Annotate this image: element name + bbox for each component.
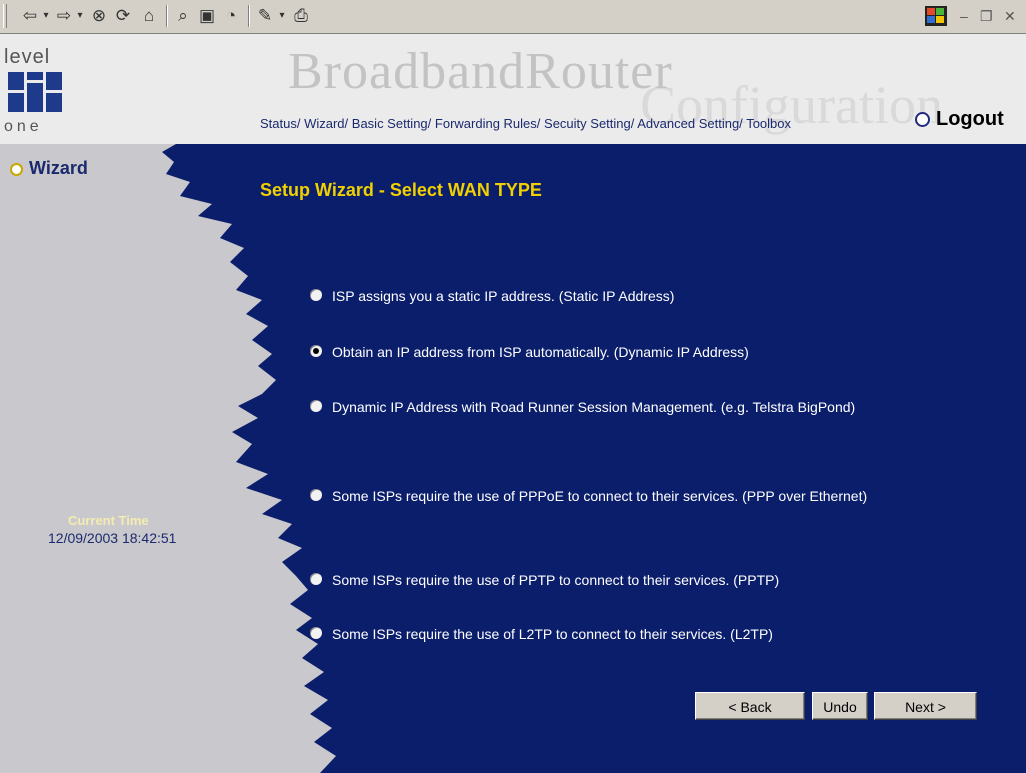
- back-icon[interactable]: ⇦: [20, 5, 40, 27]
- edit-dropdown-icon[interactable]: ▾: [276, 5, 288, 27]
- forward-icon[interactable]: ⇨: [54, 5, 74, 27]
- page-title: Setup Wizard - Select WAN TYPE: [260, 180, 542, 200]
- level-one-logo[interactable]: level one: [4, 46, 68, 135]
- logo-top-text: level: [4, 46, 51, 68]
- back-button[interactable]: < Back: [695, 692, 805, 720]
- edit-icon[interactable]: ✎: [254, 5, 276, 27]
- next-button[interactable]: Next >: [874, 692, 977, 720]
- toolbar-separator: [248, 5, 250, 27]
- undo-button[interactable]: Undo: [812, 692, 868, 720]
- logo-bottom-text: one: [4, 118, 43, 135]
- option-label: Dynamic IP Address with Road Runner Sess…: [332, 399, 856, 415]
- option-label: ISP assigns you a static IP address. (St…: [332, 288, 675, 304]
- home-icon[interactable]: ⌂: [138, 5, 160, 27]
- windows-logo-icon: [925, 6, 947, 26]
- radio-static[interactable]: [310, 289, 322, 301]
- search-icon[interactable]: ⌕: [172, 5, 194, 27]
- logout-bullet-icon: [915, 112, 930, 128]
- restore-icon[interactable]: ❐: [980, 5, 993, 27]
- current-time-label: Current Time: [68, 513, 149, 528]
- nav-toolbox[interactable]: Toolbox: [746, 116, 791, 131]
- nav-advanced-setting[interactable]: Advanced Setting/: [637, 116, 743, 131]
- option-label: Some ISPs require the use of PPPoE to co…: [332, 488, 868, 504]
- radio-road-runner[interactable]: [310, 400, 322, 412]
- radio-l2tp[interactable]: [310, 627, 322, 639]
- sidebar-item-wizard[interactable]: Wizard: [10, 158, 88, 179]
- stop-icon[interactable]: ⊗: [88, 5, 110, 27]
- toolbar-separator: [166, 5, 168, 27]
- nav-security-setting[interactable]: Secuity Setting/: [544, 116, 634, 131]
- radio-dynamic[interactable]: [310, 345, 322, 357]
- header-banner: level one Configuration BroadbandRouter …: [0, 34, 1026, 144]
- browser-toolbar: ⇦ ▾ ⇨ ▾ ⊗ ⟳ ⌂ ⌕ ▣ ◔ ✎ ▾ ⎙ – ❐ ✕: [0, 0, 1026, 34]
- refresh-icon[interactable]: ⟳: [112, 5, 134, 27]
- option-label: Some ISPs require the use of L2TP to con…: [332, 626, 773, 642]
- logout-link[interactable]: Logout: [915, 108, 1004, 131]
- minimize-icon[interactable]: –: [960, 5, 968, 27]
- wizard-bullet-icon: [10, 162, 23, 176]
- logo-mark-icon: [8, 72, 62, 112]
- main-panel-background: [162, 144, 1026, 773]
- radio-pppoe[interactable]: [310, 489, 322, 501]
- history-icon[interactable]: ◔: [220, 5, 242, 27]
- toolbar-grip[interactable]: [3, 4, 7, 28]
- close-icon[interactable]: ✕: [1004, 5, 1016, 27]
- nav-basic-setting[interactable]: Basic Setting/: [352, 116, 432, 131]
- option-label: Some ISPs require the use of PPTP to con…: [332, 572, 780, 588]
- option-label: Obtain an IP address from ISP automatica…: [332, 344, 749, 360]
- current-time-value: 12/09/2003 18:42:51: [48, 530, 177, 546]
- back-dropdown-icon[interactable]: ▾: [40, 5, 52, 27]
- brand-title: BroadbandRouter: [288, 43, 673, 100]
- top-nav: Status/ Wizard/ Basic Setting/ Forwardin…: [260, 116, 791, 131]
- print-icon[interactable]: ⎙: [290, 5, 312, 27]
- radio-pptp[interactable]: [310, 573, 322, 585]
- forward-dropdown-icon[interactable]: ▾: [74, 5, 86, 27]
- favorites-icon[interactable]: ▣: [196, 5, 218, 27]
- nav-wizard[interactable]: Wizard/: [304, 116, 348, 131]
- logout-label: Logout: [936, 108, 1004, 130]
- nav-status[interactable]: Status/: [260, 116, 300, 131]
- sidebar-wizard-label: Wizard: [29, 158, 88, 178]
- nav-forwarding-rules[interactable]: Forwarding Rules/: [435, 116, 541, 131]
